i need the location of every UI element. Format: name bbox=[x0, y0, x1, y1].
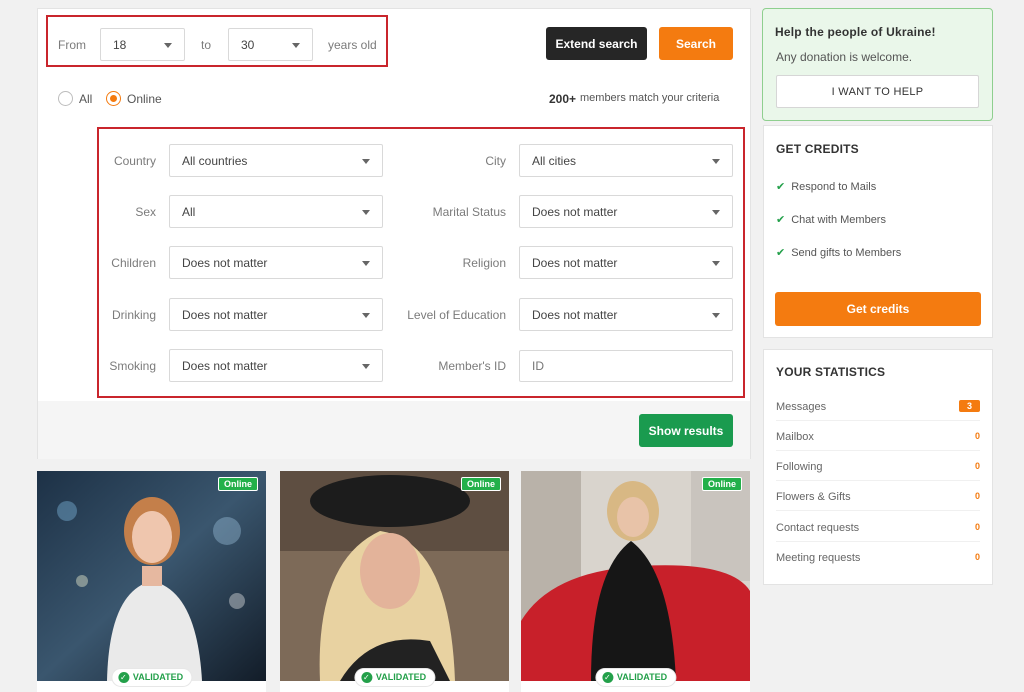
profile-card[interactable]: Online ✓ VALIDATED bbox=[37, 471, 266, 692]
stat-row-meeting-requests[interactable]: Meeting requests 0 bbox=[776, 552, 980, 564]
religion-label: Religion bbox=[462, 256, 506, 270]
marital-status-label: Marital Status bbox=[432, 205, 506, 219]
check-icon: ✓ bbox=[601, 672, 613, 684]
match-text: members match your criteria bbox=[580, 92, 720, 104]
want-to-help-button[interactable]: I WANT TO HELP bbox=[776, 75, 979, 108]
radio-all-label: All bbox=[79, 92, 93, 106]
online-badge: Online bbox=[217, 477, 258, 491]
chevron-down-icon bbox=[362, 209, 370, 215]
stat-count: 0 bbox=[974, 522, 980, 532]
validated-badge: ✓ VALIDATED bbox=[111, 669, 192, 687]
chevron-down-icon bbox=[362, 312, 370, 318]
stat-count: 0 bbox=[974, 461, 980, 471]
validated-badge: ✓ VALIDATED bbox=[354, 669, 435, 687]
credits-item: ✔ Send gifts to Members bbox=[776, 247, 902, 259]
years-old-label: years old bbox=[328, 38, 377, 52]
education-select[interactable]: Does not matter bbox=[519, 298, 733, 331]
credits-title: GET CREDITS bbox=[776, 142, 859, 156]
drinking-label: Drinking bbox=[111, 308, 156, 322]
age-to-select[interactable]: 30 bbox=[228, 28, 313, 61]
online-badge: Online bbox=[460, 477, 501, 491]
marital-status-select[interactable]: Does not matter bbox=[519, 195, 733, 228]
stat-row-flowers-gifts[interactable]: Flowers & Gifts 0 bbox=[776, 491, 980, 503]
stat-row-following[interactable]: Following 0 bbox=[776, 461, 980, 473]
show-results-button[interactable]: Show results bbox=[639, 414, 733, 447]
stat-row-messages[interactable]: Messages 3 bbox=[776, 400, 980, 413]
statistics-title: YOUR STATISTICS bbox=[776, 365, 886, 379]
children-select[interactable]: Does not matter bbox=[169, 246, 383, 279]
statistics-panel: YOUR STATISTICS Messages 3 Mailbox 0 Fol… bbox=[763, 349, 993, 585]
chevron-down-icon bbox=[362, 363, 370, 369]
extend-search-button[interactable]: Extend search bbox=[546, 27, 647, 60]
profile-photo[interactable] bbox=[280, 471, 509, 681]
children-label: Children bbox=[111, 256, 156, 270]
radio-online-label: Online bbox=[127, 92, 162, 106]
to-label: to bbox=[201, 38, 212, 52]
divider bbox=[776, 450, 980, 451]
get-credits-panel: GET CREDITS ✔ Respond to Mails ✔ Chat with… bbox=[763, 125, 993, 338]
online-badge: Online bbox=[701, 477, 742, 491]
sex-select[interactable]: All bbox=[169, 195, 383, 228]
search-panel: From 18 to 30 years old Extend search Se… bbox=[37, 8, 751, 459]
member-id-input[interactable] bbox=[519, 350, 733, 382]
profile-card[interactable]: Online ✓ VALIDATED bbox=[280, 471, 509, 692]
from-label: From bbox=[58, 38, 86, 52]
radio-online[interactable] bbox=[106, 91, 121, 106]
chevron-down-icon bbox=[362, 158, 370, 164]
divider bbox=[776, 510, 980, 511]
country-select[interactable]: All countries bbox=[169, 144, 383, 177]
check-icon: ✓ bbox=[360, 672, 372, 684]
check-icon: ✓ bbox=[117, 672, 129, 684]
age-from-select[interactable]: 18 bbox=[100, 28, 185, 61]
chevron-down-icon bbox=[712, 209, 720, 215]
profile-photo[interactable] bbox=[521, 471, 750, 681]
check-icon: ✔ bbox=[776, 214, 786, 226]
drinking-select[interactable]: Does not matter bbox=[169, 298, 383, 331]
match-count: 200+ bbox=[549, 92, 577, 106]
chevron-down-icon bbox=[712, 158, 720, 164]
credits-item: ✔ Chat with Members bbox=[776, 214, 886, 226]
stat-count: 0 bbox=[974, 491, 980, 501]
stat-count: 0 bbox=[974, 552, 980, 562]
chevron-down-icon bbox=[292, 42, 300, 48]
stat-row-mailbox[interactable]: Mailbox 0 bbox=[776, 431, 980, 443]
stat-row-contact-requests[interactable]: Contact requests 0 bbox=[776, 522, 980, 534]
religion-select[interactable]: Does not matter bbox=[519, 246, 733, 279]
chevron-down-icon bbox=[712, 260, 720, 266]
search-button[interactable]: Search bbox=[659, 27, 733, 60]
smoking-label: Smoking bbox=[109, 359, 156, 373]
stat-count: 3 bbox=[958, 400, 980, 412]
credits-item: ✔ Respond to Mails bbox=[776, 181, 877, 193]
validated-badge: ✓ VALIDATED bbox=[595, 669, 676, 687]
stat-count: 0 bbox=[974, 431, 980, 441]
radio-all[interactable] bbox=[58, 91, 73, 106]
member-id-label: Member's ID bbox=[438, 359, 506, 373]
ukraine-title: Help the people of Ukraine! bbox=[775, 25, 936, 39]
chevron-down-icon bbox=[164, 42, 172, 48]
city-label: City bbox=[485, 154, 506, 168]
get-credits-button[interactable]: Get credits bbox=[775, 292, 981, 326]
check-icon: ✔ bbox=[776, 181, 786, 193]
sex-label: Sex bbox=[135, 205, 156, 219]
country-label: Country bbox=[113, 154, 156, 168]
divider bbox=[776, 420, 980, 421]
divider bbox=[776, 541, 980, 542]
chevron-down-icon bbox=[362, 260, 370, 266]
check-icon: ✔ bbox=[776, 247, 786, 259]
profile-photo[interactable] bbox=[37, 471, 266, 681]
city-select[interactable]: All cities bbox=[519, 144, 733, 177]
ukraine-text: Any donation is welcome. bbox=[776, 50, 913, 64]
divider bbox=[776, 480, 980, 481]
profile-card[interactable]: Online ✓ VALIDATED bbox=[521, 471, 750, 692]
education-label: Level of Education bbox=[407, 308, 506, 322]
ukraine-donation-panel: Help the people of Ukraine! Any donation… bbox=[762, 8, 993, 121]
chevron-down-icon bbox=[712, 312, 720, 318]
smoking-select[interactable]: Does not matter bbox=[169, 349, 383, 382]
